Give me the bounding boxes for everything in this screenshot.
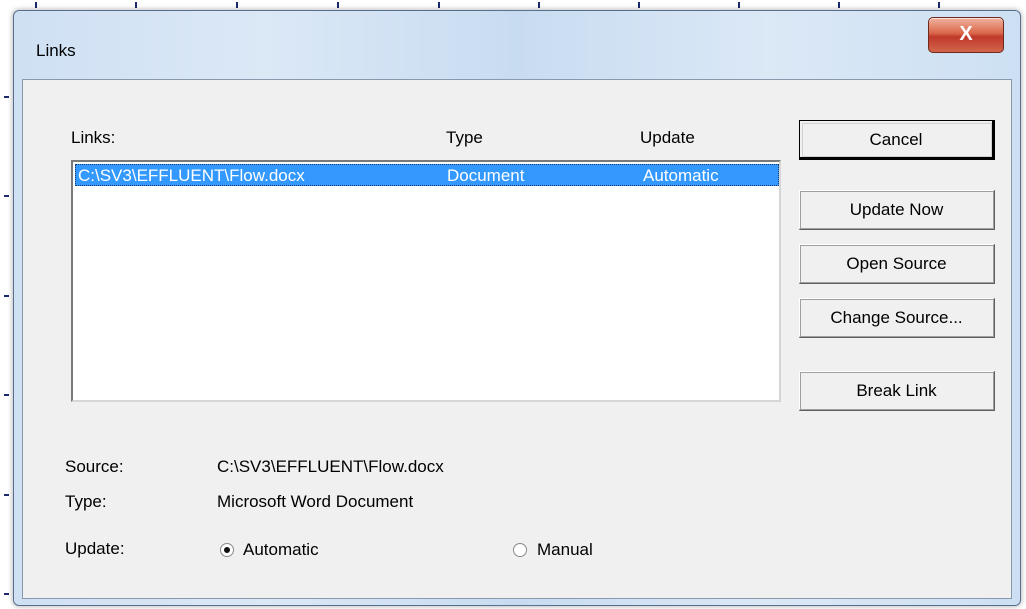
automatic-radio[interactable] (220, 543, 234, 557)
ruler-tick (236, 2, 238, 8)
dialog-title: Links (36, 41, 76, 60)
background-ruler (0, 0, 1026, 10)
link-type: Document (447, 166, 525, 185)
update-label: Update: (65, 539, 125, 558)
type-label: Type: (65, 492, 107, 511)
ruler-tick (4, 195, 9, 197)
ruler-tick (4, 593, 9, 595)
ruler-tick (35, 2, 37, 8)
ruler-tick (638, 2, 640, 8)
close-icon: X (959, 23, 973, 45)
change-source-button[interactable]: Change Source... (799, 298, 995, 338)
open-source-button[interactable]: Open Source (799, 244, 995, 284)
ruler-tick (538, 2, 540, 8)
title-bar[interactable]: Links X (14, 11, 1020, 79)
links-column-header: Links: (71, 128, 116, 147)
manual-radio[interactable] (513, 543, 527, 557)
manual-radio-label[interactable]: Manual (537, 540, 593, 560)
type-value: Microsoft Word Document (217, 492, 414, 511)
ruler-tick (337, 2, 339, 8)
ruler-tick (938, 2, 940, 8)
update-column-header: Update (640, 128, 695, 147)
ruler-tick (4, 295, 9, 297)
break-link-button[interactable]: Break Link (799, 371, 995, 411)
source-label: Source: (65, 457, 124, 476)
ruler-tick (4, 494, 9, 496)
automatic-radio-label[interactable]: Automatic (243, 540, 319, 560)
links-list[interactable]: C:\SV3\EFFLUENT\Flow.docx Document Autom… (71, 160, 781, 402)
ruler-tick (738, 2, 740, 8)
ruler-tick (135, 2, 137, 8)
cancel-button[interactable]: Cancel (799, 120, 995, 160)
close-button[interactable]: X (928, 17, 1004, 53)
ruler-tick (438, 2, 440, 8)
source-value: C:\SV3\EFFLUENT\Flow.docx (217, 457, 444, 476)
type-column-header: Type (446, 128, 483, 147)
ruler-tick (4, 96, 9, 98)
dialog-client-area: Links: Type Update C:\SV3\EFFLUENT\Flow.… (22, 79, 1012, 599)
ruler-tick (4, 394, 9, 396)
update-now-button[interactable]: Update Now (799, 190, 995, 230)
link-path: C:\SV3\EFFLUENT\Flow.docx (78, 166, 305, 185)
links-dialog: Links X Links: Type Update C:\SV3\EFFLUE… (13, 10, 1021, 606)
link-update-mode: Automatic (643, 166, 719, 185)
list-item[interactable]: C:\SV3\EFFLUENT\Flow.docx Document Autom… (75, 164, 779, 186)
ruler-tick (838, 2, 840, 8)
